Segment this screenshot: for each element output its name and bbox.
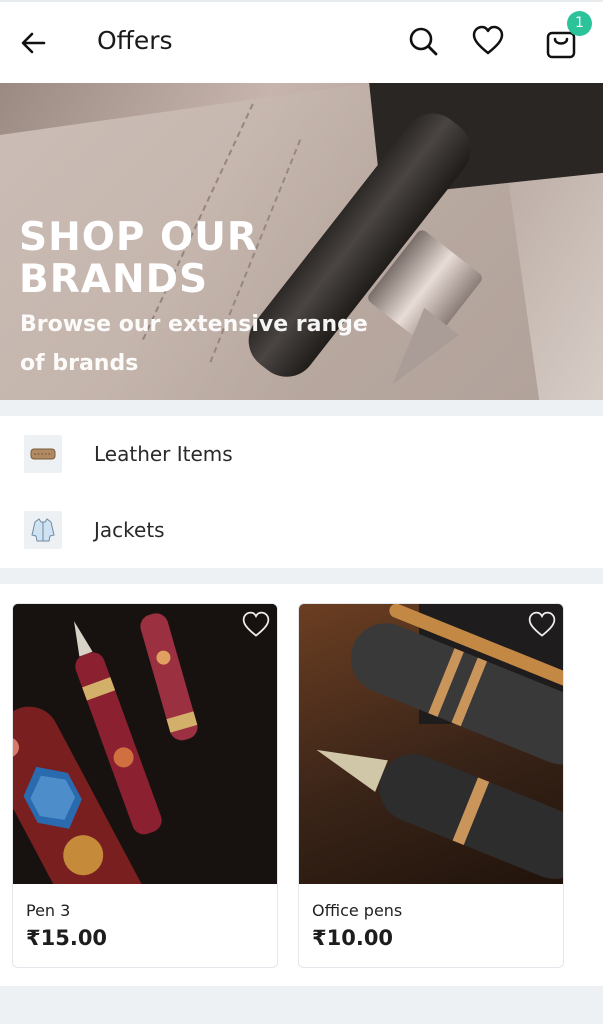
heart-icon[interactable] <box>471 24 505 58</box>
page-title: Offers <box>97 26 173 55</box>
product-price: ₹15.00 <box>26 926 108 950</box>
product-name: Pen 3 <box>26 901 71 920</box>
banner-heading-line2: BRANDS <box>19 257 209 302</box>
product-card[interactable]: Pen 3 ₹15.00 <box>12 603 278 968</box>
product-image <box>13 604 277 884</box>
wishlist-heart-icon[interactable] <box>241 610 271 640</box>
product-card[interactable]: Office pens ₹10.00 <box>298 603 564 968</box>
banner-subtitle-line1: Browse our extensive range <box>20 312 368 337</box>
jacket-icon <box>24 511 62 549</box>
leather-wallet-icon <box>24 435 62 473</box>
search-icon[interactable] <box>406 24 440 58</box>
back-arrow-icon[interactable] <box>18 28 48 58</box>
banner-subtitle-line2: of brands <box>20 351 139 376</box>
category-item-jackets[interactable]: Jackets <box>0 500 603 560</box>
wishlist-heart-icon[interactable] <box>527 610 557 640</box>
category-label: Jackets <box>94 518 165 542</box>
banner-heading-line1: SHOP OUR <box>19 215 258 260</box>
category-label: Leather Items <box>94 442 233 466</box>
category-list: Leather Items Jackets <box>0 416 603 568</box>
banner-subtitle: Browse our extensive range of brands <box>20 305 368 383</box>
product-name: Office pens <box>312 901 403 920</box>
shop-brands-banner[interactable]: SHOP OUR BRANDS Browse our extensive ran… <box>0 83 603 400</box>
product-price: ₹10.00 <box>312 926 394 950</box>
app-header: Offers 1 <box>0 0 603 83</box>
product-grid: Pen 3 ₹15.00 Office pens ₹10.00 <box>0 584 603 986</box>
banner-heading: SHOP OUR BRANDS <box>19 217 258 301</box>
cart-count-badge: 1 <box>567 11 592 36</box>
product-image <box>299 604 563 884</box>
category-item-leather[interactable]: Leather Items <box>0 424 603 484</box>
